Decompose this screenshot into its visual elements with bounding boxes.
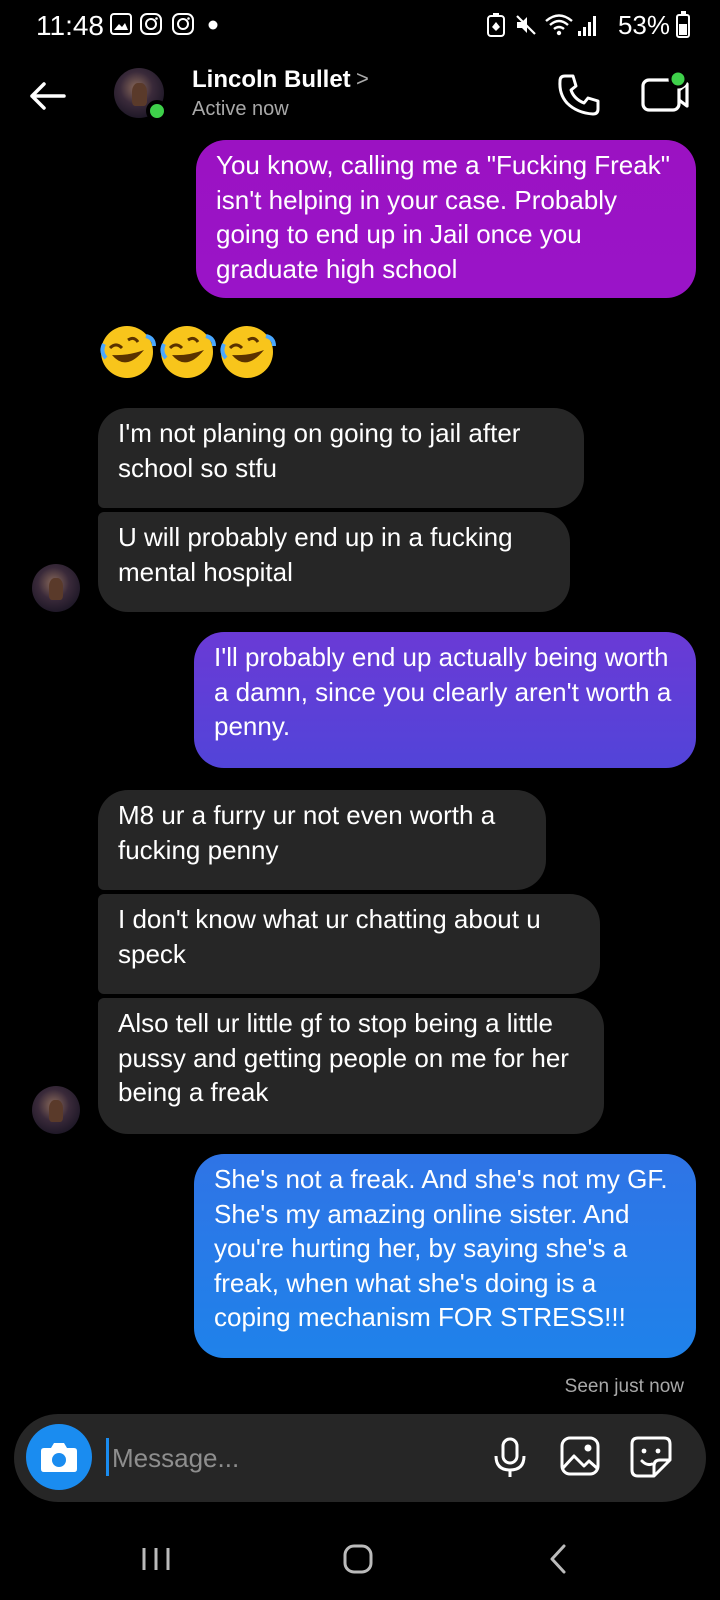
home-icon[interactable] — [328, 1534, 388, 1584]
sent-message[interactable]: She's not a freak. And she's not my GF. … — [194, 1154, 696, 1358]
battery-icon — [676, 11, 690, 38]
instagram-icon — [140, 13, 162, 35]
camera-icon — [41, 1443, 77, 1472]
camera-button[interactable] — [26, 1424, 92, 1490]
battery-saver-icon — [487, 13, 505, 37]
active-status: Active now — [192, 98, 289, 120]
rolling-on-floor-laughing-emoji-icon — [160, 326, 216, 378]
rolling-on-floor-laughing-emoji-icon — [100, 326, 156, 378]
received-message[interactable]: I don't know what ur chatting about u sp… — [98, 894, 600, 994]
rolling-on-floor-laughing-emoji-icon — [220, 326, 276, 378]
gallery-icon[interactable] — [558, 1434, 602, 1478]
instagram-icon — [172, 13, 194, 35]
sender-avatar[interactable] — [32, 564, 80, 612]
received-message[interactable]: Also tell ur little gf to stop being a l… — [98, 998, 604, 1134]
video-call-icon[interactable] — [640, 70, 690, 120]
chevron-right-icon[interactable]: > — [356, 66, 369, 92]
phone-call-icon[interactable] — [556, 72, 602, 118]
gallery-icon — [110, 13, 132, 35]
contact-name[interactable]: Lincoln Bullet — [192, 66, 351, 94]
seen-receipt: Seen just now — [564, 1376, 684, 1397]
status-time: 11:48 — [36, 10, 104, 41]
chat-header: Lincoln Bullet > Active now — [0, 60, 720, 132]
emoji-reaction-row — [98, 322, 276, 382]
received-message[interactable]: I'm not planing on going to jail after s… — [98, 408, 584, 508]
back-arrow-icon[interactable] — [24, 72, 72, 120]
sent-message[interactable]: I'll probably end up actually being wort… — [194, 632, 696, 768]
microphone-icon[interactable] — [488, 1436, 532, 1480]
received-message[interactable]: M8 ur a furry ur not even worth a fuckin… — [98, 790, 546, 890]
signal-icon — [578, 16, 596, 36]
message-input[interactable] — [106, 1436, 466, 1480]
status-bar: 11:48 53% — [0, 0, 720, 54]
sticker-icon[interactable] — [628, 1434, 674, 1480]
system-navigation-bar — [0, 1520, 720, 1600]
received-message[interactable]: U will probably end up in a fucking ment… — [98, 512, 570, 612]
recent-apps-icon[interactable] — [126, 1534, 186, 1584]
dot-icon — [208, 20, 218, 30]
mute-icon — [516, 15, 536, 35]
online-status-dot — [146, 100, 168, 122]
message-composer — [14, 1414, 706, 1502]
sender-avatar[interactable] — [32, 1086, 80, 1134]
sent-message[interactable]: You know, calling me a "Fucking Freak" i… — [196, 140, 696, 298]
battery-percent: 53% — [617, 10, 670, 40]
wifi-icon — [545, 14, 573, 36]
back-icon[interactable] — [530, 1534, 590, 1584]
